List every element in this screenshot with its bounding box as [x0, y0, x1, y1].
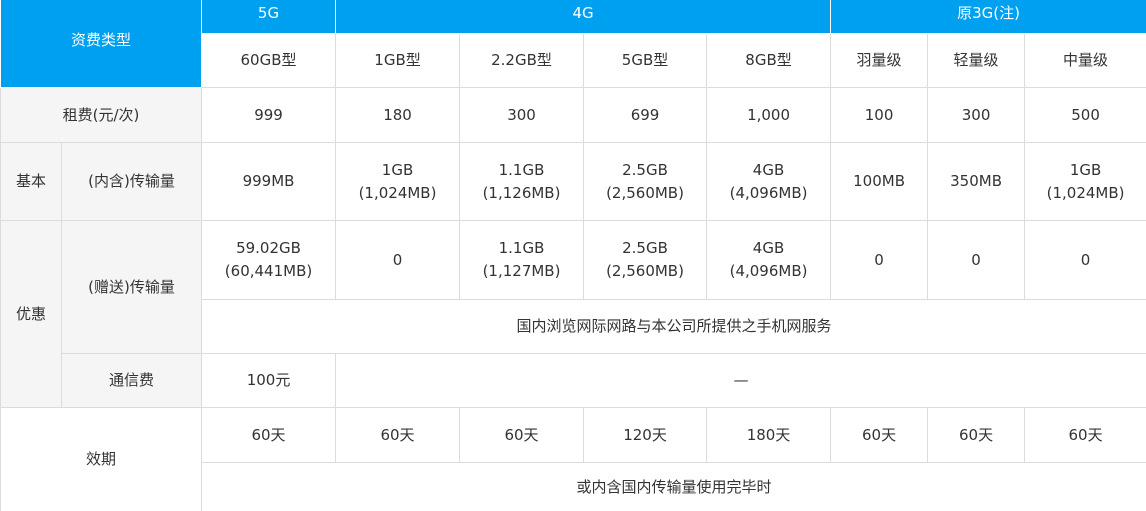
validity-note: 或内含国内传输量使用完毕时	[201, 462, 1146, 511]
tariff-table: 资费类型 5G 4G 原3G(注) 60GB型 1GB型 2.2GB型 5GB型…	[0, 0, 1146, 511]
transfer-amount: 100MB	[853, 172, 905, 190]
basic-transfer-label: (内含)传输量	[60, 142, 203, 221]
header-row-groups: 资费类型 5G 4G 原3G(注)	[0, 0, 1146, 88]
bonus-transfer-value: 0	[1024, 220, 1146, 300]
group-header-4g: 4G	[335, 0, 832, 34]
basic-transfer-value: 1GB (1,024MB)	[335, 142, 461, 221]
validity-label: 效期	[0, 407, 203, 511]
transfer-amount-mb: (60,441MB)	[224, 262, 313, 280]
plan-header: 8GB型	[706, 33, 832, 88]
transfer-amount: 0	[874, 250, 884, 269]
basic-transfer-value: 999MB	[201, 142, 337, 221]
transfer-amount: 0	[1080, 250, 1091, 269]
plan-header: 轻量级	[927, 33, 1026, 88]
plan-header: 5GB型	[583, 33, 708, 88]
transfer-amount: 1GB	[1069, 160, 1102, 179]
rent-value: 500	[1024, 87, 1146, 143]
transfer-amount: 999MB	[242, 172, 295, 190]
transfer-amount: 2.5GB	[622, 239, 668, 257]
basic-section-label: 基本	[0, 142, 62, 221]
transfer-amount-mb: (1,024MB)	[358, 183, 437, 202]
transfer-amount: 4GB	[752, 160, 785, 179]
call-fee-label: 通信费	[60, 353, 203, 408]
group-header-3g: 原3G(注)	[830, 0, 1146, 34]
rent-row: 租费(元/次) 999 180 300 699 1,000 100 300 50…	[0, 87, 1146, 143]
transfer-amount: 4GB	[752, 239, 785, 257]
transfer-amount: 1GB	[381, 160, 414, 179]
transfer-amount: 0	[971, 250, 981, 269]
validity-value: 180天	[706, 407, 832, 463]
basic-transfer-value: 2.5GB (2,560MB)	[583, 142, 708, 221]
bonus-transfer-value: 2.5GB (2,560MB)	[583, 220, 708, 300]
validity-value: 60天	[459, 407, 585, 463]
plan-header: 2.2GB型	[459, 33, 585, 88]
rent-value: 300	[927, 87, 1026, 143]
basic-transfer-value: 4GB (4,096MB)	[706, 142, 832, 221]
basic-transfer-value: 1GB (1,024MB)	[1024, 142, 1146, 221]
validity-value: 60天	[927, 407, 1026, 463]
bonus-transfer-value: 4GB (4,096MB)	[706, 220, 832, 300]
call-fee-row: 通信费 100元 —	[1, 353, 1146, 408]
transfer-amount: 1.1GB	[498, 239, 545, 257]
bonus-scope-note: 国内浏览网际网路与本公司所提供之手机网服务	[201, 299, 1146, 354]
tariff-type-header: 资费类型	[0, 0, 203, 88]
validity-value: 60天	[335, 407, 461, 463]
bonus-transfer-value: 0	[335, 220, 461, 300]
transfer-amount: 0	[392, 250, 403, 269]
transfer-amount-mb: (1,127MB)	[482, 262, 561, 280]
rent-label: 租费(元/次)	[0, 87, 203, 143]
validity-value: 120天	[583, 407, 708, 463]
rent-value: 999	[201, 87, 337, 143]
basic-transfer-value: 1.1GB (1,126MB)	[459, 142, 585, 221]
transfer-amount: 350MB	[950, 172, 1002, 190]
transfer-amount-mb: (2,560MB)	[606, 183, 684, 202]
bonus-section-label: 优惠	[0, 220, 62, 408]
plan-header: 1GB型	[335, 33, 461, 88]
bonus-transfer-value: 1.1GB (1,127MB)	[459, 220, 585, 300]
validity-value: 60天	[1024, 407, 1146, 463]
rent-value: 180	[335, 87, 461, 143]
bonus-transfer-label: (赠送)传输量	[60, 220, 203, 354]
bonus-transfer-value: 0	[927, 220, 1026, 300]
rent-value: 100	[830, 87, 929, 143]
validity-row: 效期 60天 60天 60天 120天 180天 60天 60天 60天	[0, 407, 1146, 511]
bonus-transfer-row: 优惠 (赠送)传输量 59.02GB (60,441MB) 0 1.1GB (1,1…	[0, 220, 1146, 408]
transfer-amount-mb: (1,126MB)	[482, 183, 561, 202]
transfer-amount: 2.5GB	[622, 160, 668, 179]
rent-value: 699	[583, 87, 708, 143]
bonus-transfer-value: 59.02GB (60,441MB)	[201, 220, 337, 300]
call-fee-5g: 100元	[201, 353, 337, 408]
validity-value: 60天	[201, 407, 337, 463]
transfer-amount-mb: (2,560MB)	[606, 262, 684, 280]
transfer-amount: 59.02GB	[236, 239, 301, 257]
validity-value: 60天	[830, 407, 929, 463]
rent-value: 300	[459, 87, 585, 143]
transfer-amount: 1.1GB	[498, 160, 545, 179]
basic-transfer-value: 350MB	[927, 142, 1026, 221]
group-header-5g: 5G	[201, 0, 337, 34]
call-fee-others: —	[335, 353, 1146, 408]
plan-header: 60GB型	[201, 33, 337, 88]
basic-transfer-value: 100MB	[830, 142, 929, 221]
transfer-amount-mb: (1,024MB)	[1046, 183, 1125, 202]
plan-header: 中量级	[1024, 33, 1146, 88]
transfer-amount-mb: (4,096MB)	[729, 183, 808, 202]
bonus-transfer-value: 0	[830, 220, 929, 300]
plan-header: 羽量级	[830, 33, 929, 88]
basic-transfer-row: 基本 (内含)传输量 999MB 1GB (1,024MB) 1.1GB (1,12…	[0, 142, 1146, 221]
rent-value: 1,000	[706, 87, 832, 143]
transfer-amount-mb: (4,096MB)	[729, 262, 808, 280]
